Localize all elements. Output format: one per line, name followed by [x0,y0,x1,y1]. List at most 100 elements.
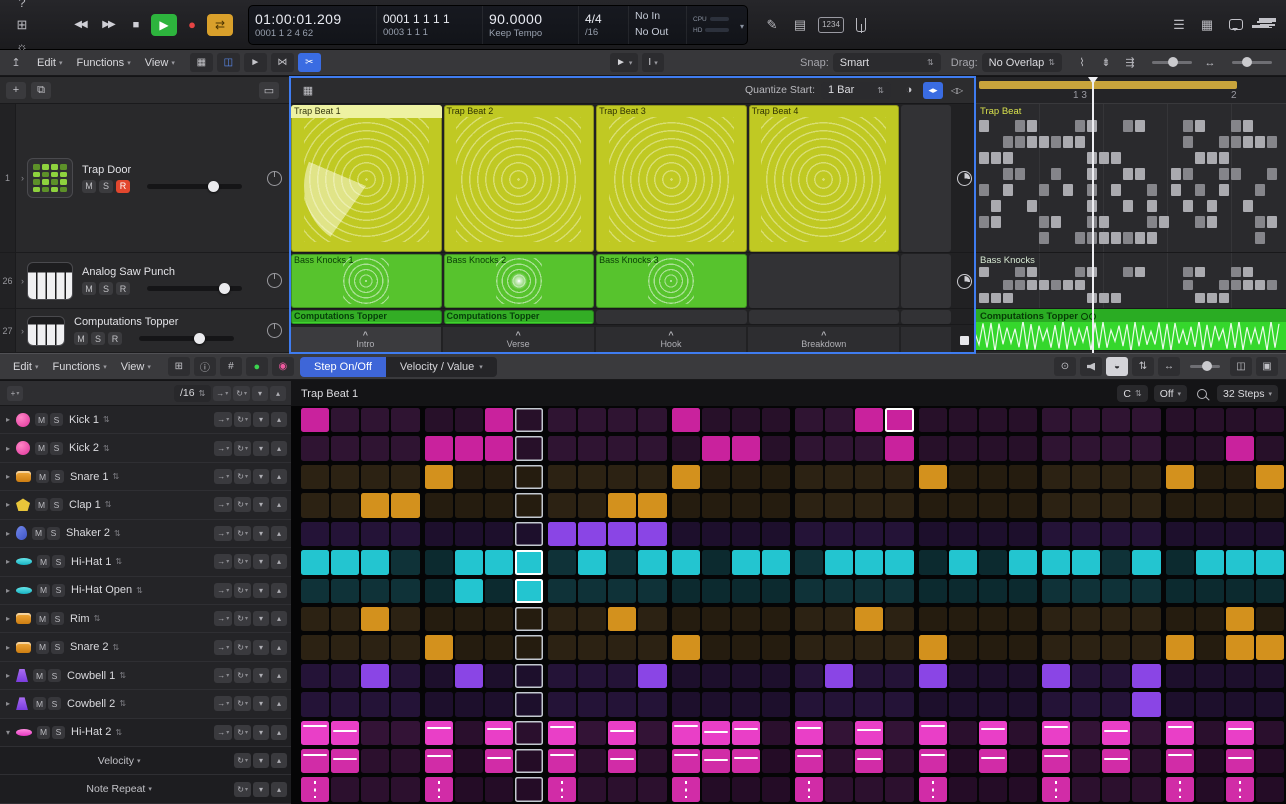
step-cell[interactable] [638,550,666,574]
disclosure-icon[interactable]: ▸ [6,557,16,566]
step-cell[interactable] [1256,579,1284,603]
step-cell[interactable] [1009,777,1037,801]
step-cell[interactable] [762,436,790,460]
step-cell[interactable] [608,749,636,773]
step-cell[interactable] [391,579,419,603]
solo-button[interactable]: S [91,332,105,345]
step-cell[interactable] [1226,635,1254,659]
row-send-control[interactable]: →▾ [214,696,232,711]
step-cell[interactable] [1132,749,1160,773]
empty-cell[interactable] [749,254,900,308]
step-cell[interactable] [825,607,853,631]
step-cell[interactable] [825,664,853,688]
disclosure-icon[interactable]: › [21,173,24,183]
step-cell[interactable] [1102,493,1130,517]
step-cell[interactable] [1102,749,1130,773]
step-cell[interactable] [485,436,513,460]
lcd-time[interactable]: 01:00:01.209 0001 1 2 4 62 [249,6,377,44]
step-cell[interactable] [638,522,666,546]
step-cell[interactable] [1072,436,1100,460]
step-cell[interactable] [885,635,913,659]
step-cell[interactable] [672,522,700,546]
step-cell[interactable] [795,493,823,517]
step-cell[interactable] [949,522,977,546]
step-cell[interactable] [608,522,636,546]
horizontal-zoom-slider[interactable] [1232,61,1272,64]
row-send-control[interactable]: →▾ [214,725,232,740]
row-solo-button[interactable]: S [51,612,64,625]
step-cell[interactable] [1072,635,1100,659]
step-cell[interactable] [301,721,329,745]
step-cell[interactable] [515,607,543,631]
mute-button[interactable]: M [82,282,96,295]
step-cell[interactable] [919,465,947,489]
copy-icon[interactable]: ⊞ [168,357,190,376]
midi-plug-icon[interactable]: ◒ [1106,357,1128,376]
step-cell[interactable] [825,777,853,801]
step-cell[interactable] [732,721,760,745]
step-cell[interactable] [795,692,823,716]
step-cell[interactable] [1226,664,1254,688]
step-cell[interactable] [949,607,977,631]
row-solo-button[interactable]: S [50,442,63,455]
step-cell[interactable] [608,408,636,432]
step-cell[interactable] [361,579,389,603]
catch-icon[interactable]: ⇟ [1096,53,1116,72]
step-cell[interactable] [331,664,359,688]
step-cell[interactable] [732,777,760,801]
step-cell[interactable] [301,777,329,801]
step-cell[interactable] [608,721,636,745]
step-cell[interactable] [672,664,700,688]
row-octave-stepper[interactable]: ⇅ [105,500,112,509]
step-cell[interactable] [1102,607,1130,631]
row-octave-stepper[interactable]: ⇅ [103,444,110,453]
step-cell[interactable] [331,465,359,489]
step-cell[interactable] [855,579,883,603]
step-cell[interactable] [1072,721,1100,745]
crossfade-tool-button[interactable]: ⋈ [271,53,294,72]
step-cell[interactable] [672,436,700,460]
row-octave-stepper[interactable]: ⇅ [113,643,120,652]
record-button[interactable]: R [108,332,122,345]
row-header[interactable]: ▸MSCowbell 1⇅→▾↻▾▾▴ [0,662,291,690]
step-cell[interactable] [331,522,359,546]
division-select[interactable]: /16⇅ [174,385,211,402]
step-cell[interactable] [1196,408,1224,432]
step-cell[interactable] [795,522,823,546]
step-cell[interactable] [1042,749,1070,773]
step-cell[interactable] [855,777,883,801]
row-header[interactable]: ▸MSKick 1⇅→▾↻▾▾▴ [0,406,291,434]
step-cell[interactable] [1009,550,1037,574]
step-cell[interactable] [855,408,883,432]
step-cell[interactable] [1166,550,1194,574]
step-cell[interactable] [1042,493,1070,517]
monitor-toggle-icon[interactable]: ▭ [259,82,279,99]
step-cell[interactable] [578,408,606,432]
row-mute-button[interactable]: M [32,527,45,540]
step-cell[interactable] [732,522,760,546]
step-cell[interactable] [1196,436,1224,460]
row-mute-button[interactable]: M [33,669,46,682]
step-cell[interactable] [702,436,730,460]
row-rotate-control[interactable]: ↻▾ [234,696,251,711]
loop-cell[interactable]: Trap Beat 3 [596,105,747,252]
step-cell[interactable] [732,607,760,631]
step-cell[interactable] [515,465,543,489]
row-solo-button[interactable]: S [50,413,63,426]
mute-button[interactable]: M [74,332,88,345]
step-cell[interactable] [762,721,790,745]
midi-in-icon[interactable]: ● [246,357,268,376]
step-cell[interactable] [301,436,329,460]
step-cell[interactable] [702,777,730,801]
disclosure-icon[interactable]: ▸ [6,472,16,481]
row-header[interactable]: ▸MSSnare 1⇅→▾↻▾▾▴ [0,463,291,491]
step-cell[interactable] [608,436,636,460]
volume-slider[interactable] [139,336,234,341]
row-rotate-control[interactable]: ↻▾ [234,497,251,512]
region-trap-beat[interactable]: Trap Beat [975,104,1286,253]
row-solo-button[interactable]: S [51,641,64,654]
step-cell[interactable] [979,777,1007,801]
step-cell[interactable] [825,436,853,460]
step-cell[interactable] [795,465,823,489]
row-increment-button[interactable]: ▴ [271,782,287,797]
